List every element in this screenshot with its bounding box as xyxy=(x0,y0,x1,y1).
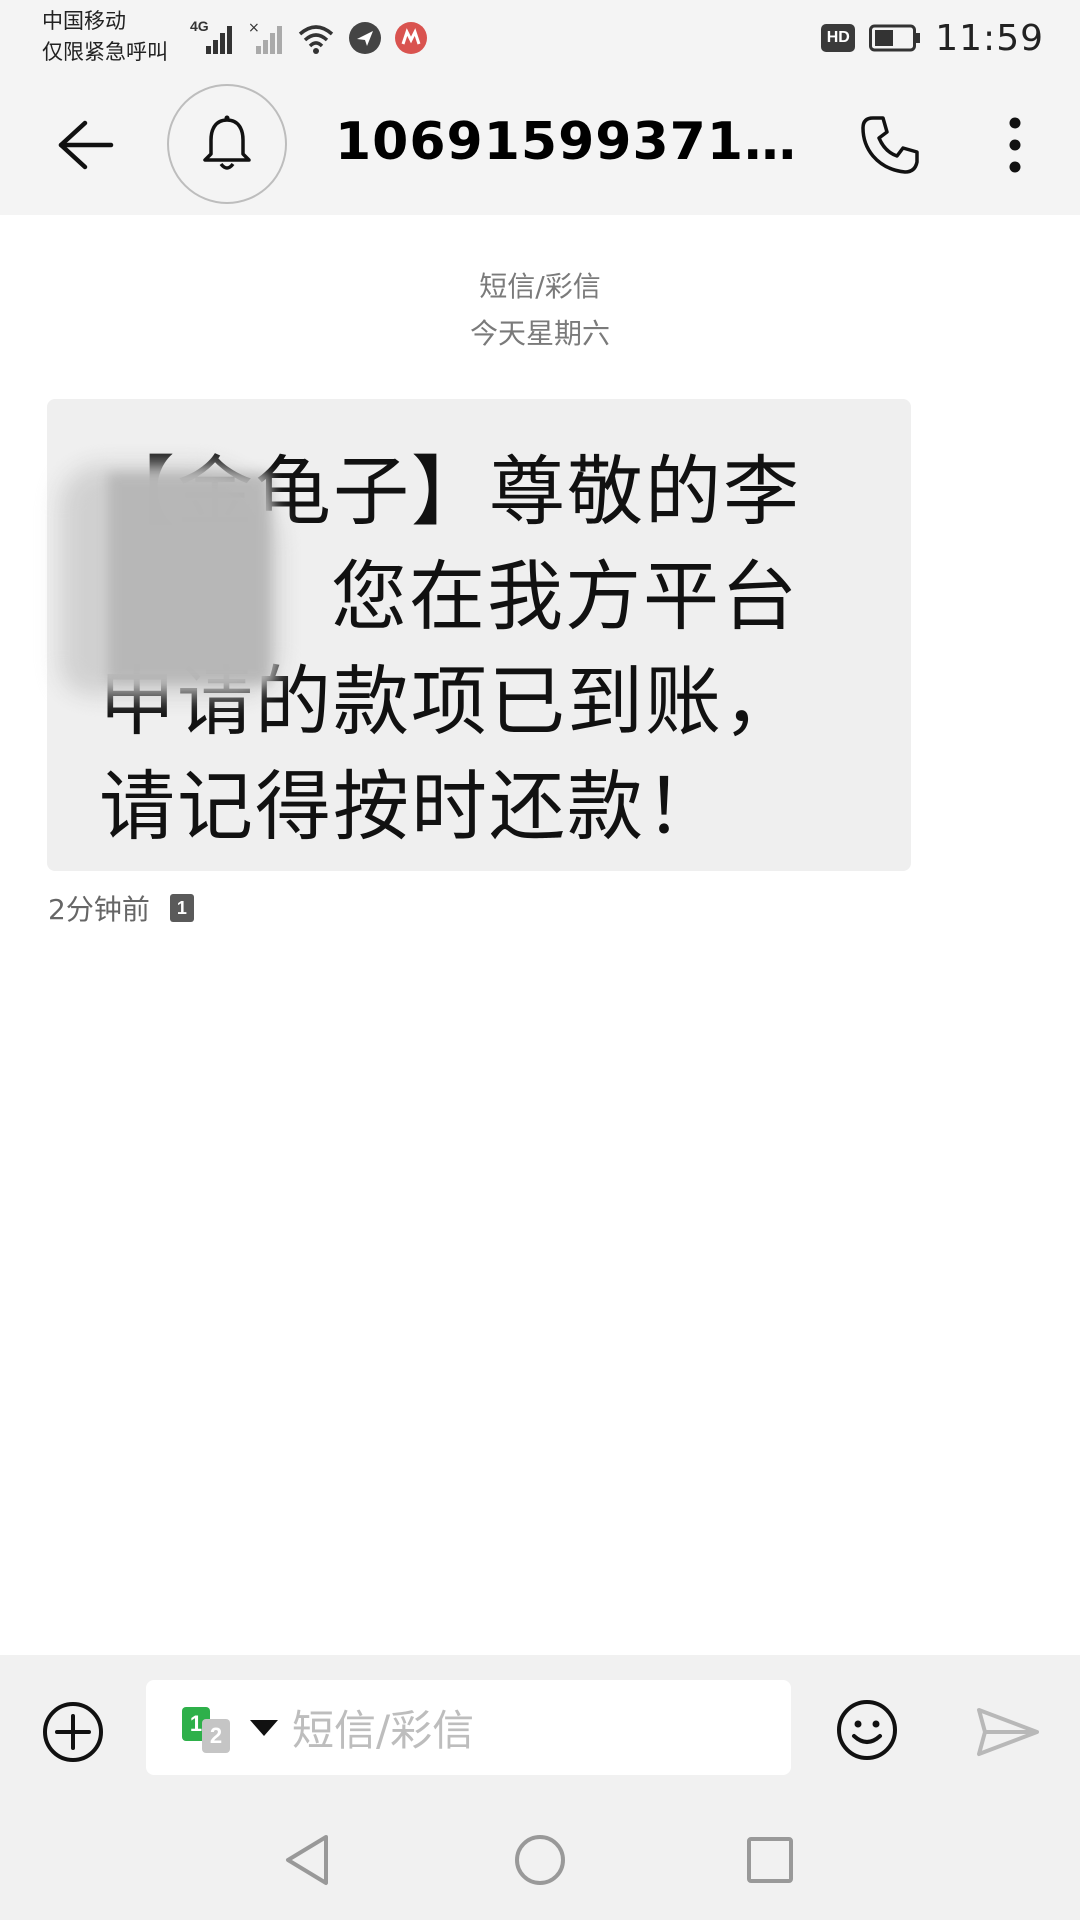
hd-voice-icon: HD xyxy=(821,24,856,52)
smiley-icon xyxy=(837,1700,897,1760)
send-icon xyxy=(977,1708,1039,1756)
nav-back-triangle-icon xyxy=(286,1835,328,1885)
status-icons: 4G × xyxy=(190,14,428,62)
compose-bar: 1 2 短信/彩信 xyxy=(0,1655,1080,1800)
date-divider: 今天星期六 xyxy=(469,317,610,350)
privacy-blur-pixelated xyxy=(108,473,270,683)
clock: 11:59 xyxy=(935,17,1044,59)
message-input-placeholder: 短信/彩信 xyxy=(292,1706,475,1755)
more-vertical-icon xyxy=(1009,117,1021,173)
sim-2-icon: 2 xyxy=(202,1718,230,1753)
nav-home-circle-icon xyxy=(515,1835,565,1885)
status-right: HD 11:59 xyxy=(821,14,1044,62)
bank-app-icon xyxy=(394,21,428,55)
app-notification-icon xyxy=(348,21,382,55)
message-line: 请记得按时还款！ xyxy=(99,762,723,851)
dropdown-caret-icon[interactable] xyxy=(250,1719,278,1736)
svg-text:×: × xyxy=(248,20,260,36)
back-button[interactable] xyxy=(40,105,130,185)
nav-recents-button[interactable] xyxy=(735,1828,805,1892)
conversation-view[interactable]: 短信/彩信 今天星期六 【金龟子】尊敬的李 您在我方平台 申请的款项已到账， 请… xyxy=(0,215,1080,1655)
bell-icon xyxy=(203,115,251,170)
signal-no-service-icon: × xyxy=(248,20,284,56)
system-navigation-bar xyxy=(0,1800,1080,1920)
signal-4g-icon: 4G xyxy=(190,18,236,56)
carrier-name: 中国移动 xyxy=(42,9,126,33)
status-bar: 中国移动 仅限紧急呼叫 4G × HD 11:59 xyxy=(0,0,1080,75)
carrier-note: 仅限紧急呼叫 xyxy=(42,40,168,64)
nav-home-button[interactable] xyxy=(505,1828,575,1892)
plus-circle-icon xyxy=(43,1702,103,1762)
contact-title[interactable]: 10691599371855... xyxy=(335,112,815,172)
sim-card-icon: 1 xyxy=(169,894,194,922)
message-input[interactable]: 1 2 短信/彩信 xyxy=(146,1680,791,1775)
nav-back-button[interactable] xyxy=(272,1828,342,1892)
battery-icon xyxy=(869,24,921,52)
notification-toggle-button[interactable] xyxy=(167,84,287,204)
more-options-button[interactable] xyxy=(985,105,1045,185)
add-attachment-button[interactable] xyxy=(38,1697,108,1767)
send-button[interactable] xyxy=(970,1697,1046,1767)
carrier-info: 中国移动 仅限紧急呼叫 xyxy=(42,6,168,68)
back-arrow-icon xyxy=(58,120,114,170)
message-meta: 2分钟前 1 xyxy=(48,886,194,930)
wifi-icon xyxy=(296,20,336,56)
nav-recents-square-icon xyxy=(747,1837,793,1883)
sim-selector-button[interactable]: 1 2 xyxy=(182,1703,238,1753)
phone-icon xyxy=(861,116,919,174)
message-type-label: 短信/彩信 xyxy=(479,270,601,303)
conversation-header: 10691599371855... xyxy=(0,75,1080,215)
message-timestamp: 2分钟前 xyxy=(48,893,150,926)
call-button[interactable] xyxy=(845,105,935,185)
emoji-button[interactable] xyxy=(832,1695,902,1765)
